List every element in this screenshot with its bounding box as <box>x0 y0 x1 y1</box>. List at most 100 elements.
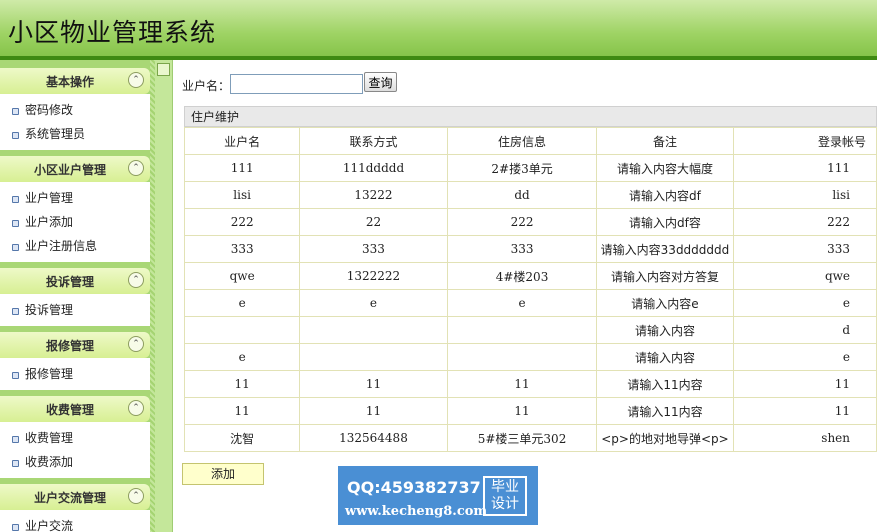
table-row[interactable]: 沈智 132564488 5#楼三单元302 <p>的地对地导弹<p> shen <box>183 424 877 452</box>
add-button[interactable]: 添加 <box>182 463 264 485</box>
sidebar-section-body: 业户管理业户添加业户注册信息 <box>0 182 150 262</box>
collapse-chevron-icon[interactable]: ⌃ <box>128 272 144 288</box>
table-row[interactable]: 333 333 333 请输入内容33ddddddd 333 <box>183 235 877 263</box>
table-row[interactable]: lisi 13222 dd 请输入内容df lisi <box>183 181 877 209</box>
sidebar-section-title: 小区业户管理 <box>33 163 106 177</box>
cell-remark: <p>的地对地导弹<p> <box>596 424 734 452</box>
sidebar-item-label: 业户管理 <box>25 191 74 205</box>
table-body: 111 111ddddd 2#搂3单元 请输入内容大幅度 111 lisi 13222 dd 请… <box>183 154 877 452</box>
bullet-icon <box>12 308 19 315</box>
collapse-chevron-icon[interactable]: ⌃ <box>128 72 144 88</box>
watermark-badge: 毕业 设计 <box>483 476 527 516</box>
cell-owner-name: 沈智 <box>183 424 301 452</box>
bullet-icon <box>12 524 19 531</box>
cell-remark: 请输入内容对方答复 <box>596 262 734 290</box>
collapse-chevron-icon[interactable]: ⌃ <box>128 160 144 176</box>
cell-login: e <box>732 289 877 317</box>
sidebar-item[interactable]: 业户交流 <box>0 514 150 532</box>
collapse-sidebar-button[interactable] <box>157 63 170 76</box>
cell-housing: dd <box>446 181 598 209</box>
cell-login: shen <box>732 424 877 452</box>
column-header-remark[interactable]: 备注 <box>596 127 734 155</box>
bullet-icon <box>12 244 19 251</box>
bullet-icon <box>12 132 19 139</box>
cell-owner-name: qwe <box>183 262 301 290</box>
sidebar-item-label: 业户添加 <box>25 215 74 229</box>
sidebar-item[interactable]: 报修管理 <box>0 362 150 386</box>
sidebar-item[interactable]: 系统管理员 <box>0 122 150 146</box>
collapse-chevron-icon[interactable]: ⌃ <box>128 400 144 416</box>
sidebar-section-header[interactable]: 基本操作 ⌃ <box>0 68 150 94</box>
cell-login: 111 <box>732 154 877 182</box>
table-row[interactable]: qwe 1322222 4#楼203 请输入内容对方答复 qwe <box>183 262 877 290</box>
cell-owner-name: e <box>183 289 301 317</box>
cell-remark: 请输入11内容 <box>596 397 734 425</box>
cell-housing: 11 <box>446 397 598 425</box>
sidebar-item[interactable]: 投诉管理 <box>0 298 150 322</box>
owner-name-search-input[interactable] <box>230 74 363 94</box>
table-row[interactable]: e 请输入内容 e <box>183 343 877 371</box>
cell-login: e <box>732 343 877 371</box>
sidebar-item[interactable]: 密码修改 <box>0 98 150 122</box>
collapse-chevron-icon[interactable]: ⌃ <box>128 488 144 504</box>
search-button[interactable]: 查询 <box>364 72 397 92</box>
cell-contact: 132564488 <box>299 424 448 452</box>
table-row[interactable]: 222 22 222 请输入内df容 222 <box>183 208 877 236</box>
cell-contact <box>299 316 448 344</box>
cell-remark: 请输入内df容 <box>596 208 734 236</box>
sidebar-item[interactable]: 收费添加 <box>0 450 150 474</box>
column-header-login[interactable]: 登录帐号 <box>732 127 877 155</box>
sidebar-section-header[interactable]: 业户交流管理 ⌃ <box>0 484 150 510</box>
column-header-contact[interactable]: 联系方式 <box>299 127 448 155</box>
cell-contact: 111ddddd <box>299 154 448 182</box>
watermark-banner: QQ:459382737 www.kecheng8.com 毕业 设计 <box>338 466 538 525</box>
bullet-icon <box>12 372 19 379</box>
sidebar-item[interactable]: 收费管理 <box>0 426 150 450</box>
cell-housing <box>446 316 598 344</box>
sidebar-section-header[interactable]: 小区业户管理 ⌃ <box>0 156 150 182</box>
cell-remark: 请输入内容df <box>596 181 734 209</box>
sidebar-section-header[interactable]: 报修管理 ⌃ <box>0 332 150 358</box>
sidebar-item[interactable]: 业户注册信息 <box>0 234 150 258</box>
cell-owner-name: 11 <box>183 370 301 398</box>
sidebar-section-header[interactable]: 收费管理 ⌃ <box>0 396 150 422</box>
sidebar-section-body: 业户交流 <box>0 510 150 532</box>
cell-login: d <box>732 316 877 344</box>
watermark-badge-line2: 设计 <box>491 496 519 512</box>
cell-login: lisi <box>732 181 877 209</box>
column-header-owner-name[interactable]: 业户名 <box>183 127 301 155</box>
cell-contact <box>299 343 448 371</box>
sidebar-section-title: 投诉管理 <box>45 275 94 289</box>
cell-login: qwe <box>732 262 877 290</box>
sidebar-section-body: 收费管理 收费添加 <box>0 422 150 478</box>
cell-login: 11 <box>732 397 877 425</box>
search-label: 业户名： <box>182 79 231 93</box>
bullet-icon <box>12 436 19 443</box>
sidebar-section-title: 报修管理 <box>45 339 94 353</box>
sidebar-item[interactable]: 业户添加 <box>0 210 150 234</box>
sidebar-item[interactable]: 业户管理 <box>0 186 150 210</box>
watermark-url: www.kecheng8.com <box>345 504 488 519</box>
sidebar-splitter[interactable] <box>155 60 173 532</box>
table-row[interactable]: 111 111ddddd 2#搂3单元 请输入内容大幅度 111 <box>183 154 877 182</box>
sidebar-section-title: 基本操作 <box>45 75 94 89</box>
bullet-icon <box>12 220 19 227</box>
app-header: 小区物业管理系统 <box>0 0 877 56</box>
cell-remark: 请输入内容33ddddddd <box>596 235 734 263</box>
table-row[interactable]: 11 11 11 请输入11内容 11 <box>183 370 877 398</box>
bullet-icon <box>12 460 19 467</box>
cell-owner-name <box>183 316 301 344</box>
sidebar-section-title: 收费管理 <box>45 403 94 417</box>
main-content: 业户名： 查询 住户维护 业户名 联系方式 住房信息 备注 登录帐号 111 11… <box>173 60 877 532</box>
collapse-chevron-icon[interactable]: ⌃ <box>128 336 144 352</box>
sidebar-section-header[interactable]: 投诉管理 ⌃ <box>0 268 150 294</box>
table-row[interactable]: 请输入内容 d <box>183 316 877 344</box>
cell-remark: 请输入内容大幅度 <box>596 154 734 182</box>
sidebar-section-title: 业户交流管理 <box>33 491 106 505</box>
table-row[interactable]: 11 11 11 请输入11内容 11 <box>183 397 877 425</box>
table-row[interactable]: e e e 请输入内容e e <box>183 289 877 317</box>
cell-login: 222 <box>732 208 877 236</box>
cell-contact: 11 <box>299 370 448 398</box>
cell-login: 11 <box>732 370 877 398</box>
column-header-housing[interactable]: 住房信息 <box>446 127 598 155</box>
